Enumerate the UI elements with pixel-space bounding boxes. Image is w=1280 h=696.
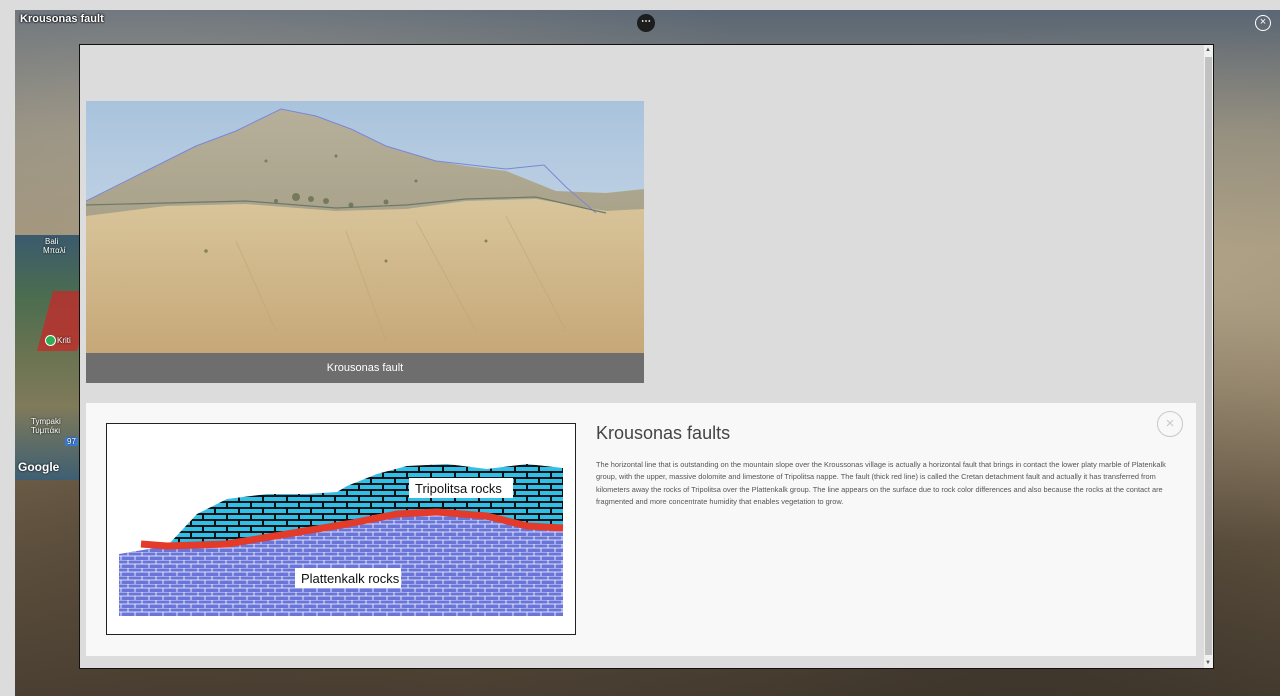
close-info-button[interactable]: × bbox=[1157, 411, 1183, 437]
google-logo: Google bbox=[18, 460, 60, 474]
fault-diagram: Tripolitsa rocks Plattenkalk rocks bbox=[106, 423, 576, 635]
map-label-bali: Bali bbox=[45, 237, 59, 246]
scroll-up-icon[interactable]: ▲ bbox=[1205, 47, 1211, 53]
plattenkalk-label: Plattenkalk rocks bbox=[301, 571, 400, 586]
info-body: The horizontal line that is outstanding … bbox=[596, 460, 1166, 507]
close-viewer-button[interactable]: × bbox=[1255, 15, 1271, 31]
map-label-tympaki-gr: Τυμπάκι bbox=[31, 426, 60, 435]
more-menu-button[interactable]: ⋯ bbox=[637, 14, 655, 32]
map-pin-icon bbox=[45, 335, 56, 346]
mountain-photo[interactable] bbox=[86, 101, 644, 353]
mountain-photo-image bbox=[86, 101, 644, 353]
info-modal: ▲ ▼ Krousonas fault Tripolitsa rocks Pla… bbox=[79, 44, 1214, 669]
modal-scrollbar[interactable]: ▲ ▼ bbox=[1204, 45, 1213, 668]
scroll-down-icon[interactable]: ▼ bbox=[1205, 660, 1211, 666]
map-label-kriti: Kriti bbox=[57, 336, 71, 345]
map-label-bali-gr: Μπαλί bbox=[43, 246, 66, 255]
route-badge: 97 bbox=[65, 437, 78, 446]
photo-caption: Krousonas fault bbox=[86, 353, 644, 383]
photo-card: Krousonas fault bbox=[86, 101, 644, 383]
tripolitsa-label: Tripolitsa rocks bbox=[415, 481, 502, 496]
minimap[interactable]: Bali Μπαλί Kriti Tympaki Τυμπάκι 97 Goog… bbox=[15, 235, 94, 480]
fault-diagram-image: Tripolitsa rocks Plattenkalk rocks bbox=[119, 464, 564, 616]
scroll-thumb[interactable] bbox=[1205, 57, 1212, 655]
info-card: Tripolitsa rocks Plattenkalk rocks Krous… bbox=[86, 403, 1196, 656]
map-label-tympaki: Tympaki bbox=[31, 417, 61, 426]
app-title: Krousonas fault bbox=[20, 13, 104, 25]
info-title: Krousonas faults bbox=[596, 423, 731, 443]
